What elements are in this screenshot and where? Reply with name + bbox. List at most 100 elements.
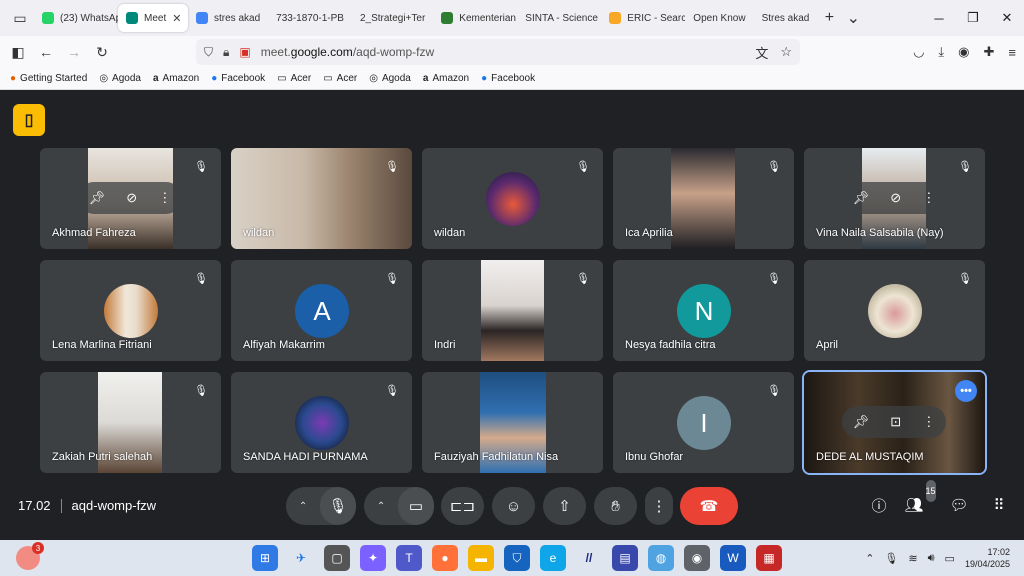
tab-stres-akad[interactable]: stres akad xyxy=(188,4,268,32)
minimize-icon[interactable]: ─ xyxy=(922,0,956,36)
present-button[interactable]: ⇧ xyxy=(543,487,586,525)
video-settings-chevron-icon[interactable]: ⌃ xyxy=(364,487,398,525)
tab-whatsapp[interactable]: (23) WhatsApp xyxy=(34,4,118,32)
chat-icon[interactable]: 💬︎ xyxy=(948,494,970,516)
host-controls-button[interactable]: ▯ xyxy=(13,104,45,136)
bookmark-amazon[interactable]: a Amazon xyxy=(153,73,199,84)
edge-icon[interactable]: e xyxy=(540,545,566,571)
more-options-button[interactable]: ⋮ xyxy=(645,487,673,525)
participant-tile[interactable]: 🎙︎ Zakiah Putri salehah xyxy=(40,372,221,473)
mute-icon[interactable]: ⊘ xyxy=(890,190,901,206)
menu-icon[interactable]: ≡ xyxy=(1008,45,1016,60)
pin-icon[interactable]: 📌︎ xyxy=(853,414,870,430)
close-tab-icon[interactable]: ✕ xyxy=(172,12,181,25)
participant-tile[interactable]: N 🎙︎ Nesya fadhila citra xyxy=(613,260,794,361)
pinned-app-4-icon[interactable]: ▦ xyxy=(756,545,782,571)
sidebar-toggle-icon[interactable]: ◧ xyxy=(4,38,32,66)
restore-icon[interactable]: ❐ xyxy=(956,0,990,36)
downloads-icon[interactable]: ⤓ xyxy=(938,44,944,60)
bookmark-acer-2[interactable]: ▭ Acer xyxy=(323,73,357,84)
participant-tile[interactable]: 🎙︎ Lena Marlina Fitriani xyxy=(40,260,221,361)
participant-tile[interactable]: 🎙︎ Ica Aprilia xyxy=(613,148,794,249)
tab-list-chevron-icon[interactable]: ⌄ xyxy=(841,8,865,28)
back-icon[interactable]: ← xyxy=(32,38,60,66)
tab-pdf[interactable]: 733-1870-1-PB xyxy=(268,4,352,32)
camera-permission-icon[interactable]: ▣ xyxy=(239,45,250,59)
tab-open-knowledge[interactable]: Open Know xyxy=(685,4,753,32)
account-icon[interactable]: ◉ xyxy=(958,44,969,60)
reload-icon[interactable]: ↻ xyxy=(88,38,116,66)
participant-tile[interactable]: A 🎙︎ Alfiyah Makarrim xyxy=(231,260,412,361)
participant-tile[interactable]: 📌︎ ⊘ ⋮ 🎙︎ Vina Naila Salsabila (Nay) xyxy=(804,148,985,249)
participant-tile[interactable]: 🎙︎ wildan xyxy=(422,148,603,249)
pin-icon[interactable]: 📌︎ xyxy=(853,190,870,206)
participant-tile[interactable]: 🎙︎ SANDA HADI PURNAMA xyxy=(231,372,412,473)
teams-icon[interactable]: T xyxy=(396,545,422,571)
more-options-icon[interactable]: ⋮ xyxy=(158,190,171,206)
participant-tile[interactable]: I 🎙︎ Ibnu Ghofar xyxy=(613,372,794,473)
participant-tile-active-speaker[interactable]: 📌︎ ⊡ ⋮ ••• DEDE AL MUSTAQIM xyxy=(802,370,987,475)
translate-icon[interactable]: 文 xyxy=(755,43,768,62)
windows-start-icon[interactable]: ⊞ xyxy=(252,545,278,571)
store-icon[interactable]: ▤ xyxy=(612,545,638,571)
bookmark-agoda[interactable]: ◎ Agoda xyxy=(99,73,141,84)
participant-tile[interactable]: 🎙︎ April xyxy=(804,260,985,361)
new-tab-icon[interactable]: + xyxy=(817,9,841,27)
mute-icon[interactable]: ⊘ xyxy=(126,190,137,206)
raise-hand-button[interactable]: ✋︎ xyxy=(594,487,637,525)
speaker-options-icon[interactable]: ••• xyxy=(955,380,977,402)
close-window-icon[interactable]: ✕ xyxy=(990,0,1024,36)
file-explorer-icon[interactable]: ▬ xyxy=(468,545,494,571)
extensions-icon[interactable]: ✚ xyxy=(984,44,995,60)
defender-icon[interactable]: ⛉ xyxy=(504,545,530,571)
bookmark-getting-started[interactable]: ● Getting Started xyxy=(10,73,87,84)
bookmark-amazon-2[interactable]: a Amazon xyxy=(423,73,469,84)
bookmark-acer[interactable]: ▭ Acer xyxy=(277,73,311,84)
tab-kementerian[interactable]: Kementerian xyxy=(433,4,517,32)
pinned-app-2-icon[interactable]: // xyxy=(576,545,602,571)
forward-icon[interactable]: → xyxy=(60,38,88,66)
bookmark-facebook[interactable]: ● Facebook xyxy=(211,73,265,84)
people-icon[interactable]: 👥︎ 15 xyxy=(904,480,936,516)
more-options-icon[interactable]: ⋮ xyxy=(922,190,935,206)
meeting-info-icon[interactable]: ⓘ xyxy=(868,494,890,516)
tab-sinta[interactable]: SINTA - Science xyxy=(517,4,601,32)
frame-icon[interactable]: ⊡ xyxy=(890,414,901,430)
volume-icon[interactable]: 🔊︎ xyxy=(928,552,935,565)
task-view-icon[interactable]: ▢ xyxy=(324,545,350,571)
tab-overview-icon[interactable]: ▭ xyxy=(6,4,34,32)
participant-tile[interactable]: Fauziyah Fadhilatun Nisa xyxy=(422,372,603,473)
tab-eric[interactable]: ERIC - Search xyxy=(601,4,685,32)
participant-tile[interactable]: 🎙︎ wildan xyxy=(231,148,412,249)
tab-strategi[interactable]: 2_Strategi+Ter xyxy=(352,4,433,32)
activities-icon[interactable]: ⠿ xyxy=(988,494,1010,516)
pinned-app-3-icon[interactable]: ◍ xyxy=(648,545,674,571)
url-bar[interactable]: ⛉ 🔒︎ ▣ meet. google.com/aqd-womp-fzw 文 ☆ xyxy=(196,39,800,65)
taskbar-clock[interactable]: 17:02 19/04/2025 xyxy=(965,546,1010,570)
participant-tile[interactable]: 🎙︎ Indri xyxy=(422,260,603,361)
bookmark-facebook-2[interactable]: ● Facebook xyxy=(481,73,535,84)
pocket-icon[interactable]: ◡ xyxy=(913,44,924,60)
bookmark-star-icon[interactable]: ☆ xyxy=(780,44,792,60)
reactions-button[interactable]: ☺ xyxy=(492,487,535,525)
firefox-taskbar-icon[interactable]: ● xyxy=(432,545,458,571)
audio-settings-chevron-icon[interactable]: ⌃ xyxy=(286,487,320,525)
camera-app-icon[interactable]: ◉ xyxy=(684,545,710,571)
participant-tile[interactable]: 📌︎ ⊘ ⋮ 🎙︎ Akhmad Fahreza xyxy=(40,148,221,249)
leave-call-button[interactable]: ☎ xyxy=(680,487,738,525)
word-icon[interactable]: W xyxy=(720,545,746,571)
bookmark-agoda-2[interactable]: ◎ Agoda xyxy=(369,73,411,84)
tray-chevron-icon[interactable]: ⌃ xyxy=(865,552,874,565)
widgets-icon[interactable]: 3 xyxy=(16,542,44,570)
battery-icon[interactable]: ▭ xyxy=(945,552,955,565)
pin-icon[interactable]: 📌︎ xyxy=(89,190,106,206)
pinned-app-icon[interactable]: ✈︎ xyxy=(288,545,314,571)
captions-button[interactable]: ⊏⊐ xyxy=(441,487,484,525)
more-options-icon[interactable]: ⋮ xyxy=(922,414,935,430)
camera-button[interactable]: ▭ xyxy=(398,487,434,525)
wifi-icon[interactable]: ≋ xyxy=(908,552,917,565)
copilot-icon[interactable]: ✦ xyxy=(360,545,386,571)
microphone-button[interactable]: 🎙︎ xyxy=(320,487,356,525)
tab-stres-akad-2[interactable]: Stres akad xyxy=(754,4,818,32)
tray-mic-icon[interactable]: 🎙︎ xyxy=(884,552,898,565)
